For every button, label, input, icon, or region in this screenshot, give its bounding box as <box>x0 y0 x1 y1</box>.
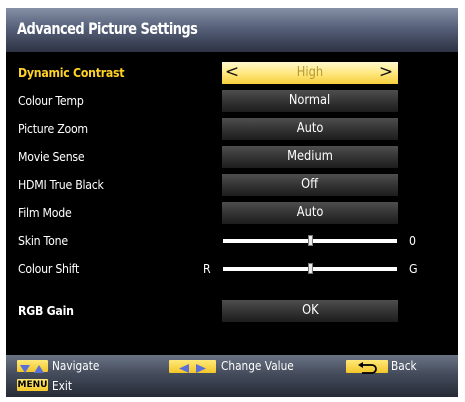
menu-item-label: Movie Sense <box>18 149 85 164</box>
down-arrow-icon <box>20 365 30 373</box>
colour-shift-slider[interactable] <box>223 263 397 274</box>
menu-item-movie-sense[interactable]: Movie Sense Medium <box>6 144 458 170</box>
menu-item-hdmi-true-black[interactable]: HDMI True Black Off <box>6 172 458 198</box>
change-value-arrows-svg <box>179 364 206 373</box>
title-bar: Advanced Picture Settings <box>6 8 458 52</box>
value-text: High <box>296 65 324 80</box>
menu-item-rgb-gain[interactable]: RGB Gain OK <box>6 298 458 324</box>
menu-item-dynamic-contrast[interactable]: Dynamic Contrast < High > <box>6 60 458 86</box>
hdmi-true-black-value-box[interactable]: Off <box>222 174 398 196</box>
value-text: Normal <box>289 93 331 108</box>
footer-help-bar: Navigate MENU Exit Change Value Back <box>6 355 458 397</box>
change-value-key <box>169 360 216 373</box>
left-arrow-icon[interactable]: < <box>224 62 240 84</box>
skin-tone-value: 0 <box>409 233 416 248</box>
right-arrow-icon[interactable]: > <box>378 62 394 84</box>
value-text: Auto <box>296 205 324 220</box>
up-arrow-icon <box>34 365 44 373</box>
back-label: Back <box>391 359 417 373</box>
dynamic-contrast-value-box[interactable]: < High > <box>222 62 398 84</box>
menu-item-film-mode[interactable]: Film Mode Auto <box>6 200 458 226</box>
navigate-key <box>17 360 48 373</box>
menu-item-label: Picture Zoom <box>18 121 88 136</box>
menu-item-picture-zoom[interactable]: Picture Zoom Auto <box>6 116 458 142</box>
menu-item-colour-shift[interactable]: Colour Shift R G <box>6 256 458 282</box>
exit-label: Exit <box>52 379 73 393</box>
value-text: Auto <box>296 121 324 136</box>
colour-shift-right-label: G <box>409 261 418 276</box>
menu-title: Advanced Picture Settings <box>17 19 198 38</box>
rgb-gain-ok-button[interactable]: OK <box>222 300 398 322</box>
menu-key: MENU <box>17 379 48 391</box>
menu-item-skin-tone[interactable]: Skin Tone 0 <box>6 228 458 254</box>
menu-item-label: Dynamic Contrast <box>18 65 125 80</box>
colour-temp-value-box[interactable]: Normal <box>222 90 398 112</box>
menu-item-label: Colour Shift <box>18 261 80 276</box>
back-key <box>346 360 388 374</box>
navigate-arrows-svg <box>20 365 44 373</box>
left-arrow-icon <box>179 364 189 373</box>
back-return-icon <box>358 362 377 374</box>
value-text: OK <box>301 303 319 318</box>
menu-item-colour-temp[interactable]: Colour Temp Normal <box>6 88 458 114</box>
colour-shift-left-label: R <box>203 261 211 276</box>
menu-item-label: HDMI True Black <box>18 177 104 192</box>
movie-sense-value-box[interactable]: Medium <box>222 146 398 168</box>
menu-item-label: Skin Tone <box>18 233 68 248</box>
value-text: Medium <box>287 149 333 164</box>
slider-knob[interactable] <box>308 263 313 274</box>
menu-item-label: Colour Temp <box>18 93 84 108</box>
navigate-label: Navigate <box>52 359 100 373</box>
value-text: Off <box>301 177 319 192</box>
picture-zoom-value-box[interactable]: Auto <box>222 118 398 140</box>
right-arrow-icon <box>196 364 206 373</box>
change-value-label: Change Value <box>221 359 294 373</box>
menu-item-label: Film Mode <box>18 205 72 220</box>
skin-tone-slider[interactable] <box>223 235 397 246</box>
film-mode-value-box[interactable]: Auto <box>222 202 398 224</box>
slider-knob[interactable] <box>308 235 313 246</box>
menu-key-text: MENU <box>17 380 48 390</box>
advanced-picture-settings-menu: Advanced Picture Settings Dynamic Contra… <box>6 8 458 397</box>
menu-item-label: RGB Gain <box>18 303 74 318</box>
